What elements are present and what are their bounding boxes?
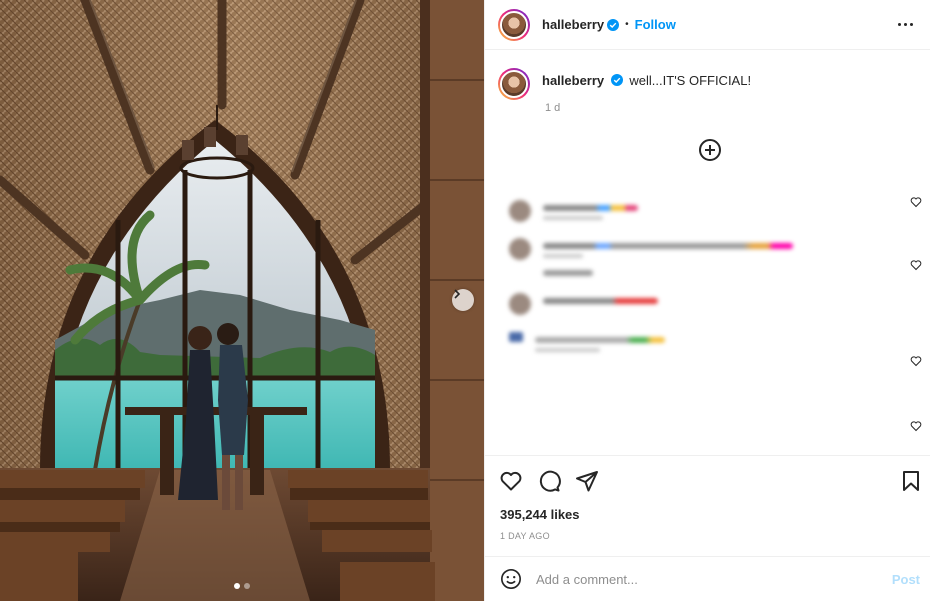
like-comment-heart-icon[interactable] xyxy=(910,259,922,271)
comment-icon[interactable] xyxy=(537,469,561,493)
carousel-dot-active xyxy=(234,583,240,589)
caption: halleberry well...IT'S OFFICIAL! xyxy=(498,68,918,100)
comment-item xyxy=(509,332,665,352)
post-actions: 395,244 likes 1 DAY AGO xyxy=(485,455,930,555)
plus-circle-icon[interactable] xyxy=(698,138,722,162)
heart-icon[interactable] xyxy=(499,469,523,493)
more-options-icon[interactable] xyxy=(894,19,917,30)
avatar[interactable] xyxy=(498,8,530,41)
caption-username[interactable]: halleberry xyxy=(542,73,604,88)
like-comment-heart-icon[interactable] xyxy=(910,355,922,367)
post-date: 1 DAY AGO xyxy=(500,531,550,541)
follow-button[interactable]: Follow xyxy=(635,17,676,32)
verified-badge-icon xyxy=(610,74,623,86)
comment-item xyxy=(509,200,638,222)
header-separator: • xyxy=(625,19,629,30)
caption-avatar[interactable] xyxy=(498,68,530,100)
bookmark-icon[interactable] xyxy=(899,469,923,493)
post-header: halleberry • Follow xyxy=(485,0,930,50)
author-username[interactable]: halleberry xyxy=(542,17,604,32)
like-comment-heart-icon[interactable] xyxy=(910,196,922,208)
emoji-icon[interactable] xyxy=(500,568,522,590)
carousel-indicator xyxy=(0,583,484,589)
chevron-right-icon xyxy=(454,289,461,299)
like-count[interactable]: 395,244 likes xyxy=(500,507,580,522)
post-photo xyxy=(0,0,484,601)
chapel-photo-illustration xyxy=(0,0,484,601)
comment-input[interactable] xyxy=(536,571,892,587)
comment-avatar[interactable] xyxy=(509,238,531,260)
comment-avatar[interactable] xyxy=(509,200,531,222)
carousel-dot xyxy=(244,583,250,589)
caption-text: well...IT'S OFFICIAL! xyxy=(629,73,752,88)
like-comment-heart-icon[interactable] xyxy=(910,420,922,432)
comment-form: Post xyxy=(485,556,930,601)
comment-item xyxy=(509,293,658,315)
comment-avatar[interactable] xyxy=(509,332,523,342)
comment-item xyxy=(509,238,793,285)
share-icon[interactable] xyxy=(575,469,599,493)
caption-timestamp[interactable]: 1 d xyxy=(545,102,560,114)
verified-badge-icon xyxy=(607,18,620,31)
carousel-next-button[interactable] xyxy=(452,289,474,311)
post-comment-button[interactable]: Post xyxy=(892,572,920,587)
comment-avatar[interactable] xyxy=(509,293,531,315)
post-details-panel: halleberry • Follow halleberry well...IT… xyxy=(484,0,930,601)
